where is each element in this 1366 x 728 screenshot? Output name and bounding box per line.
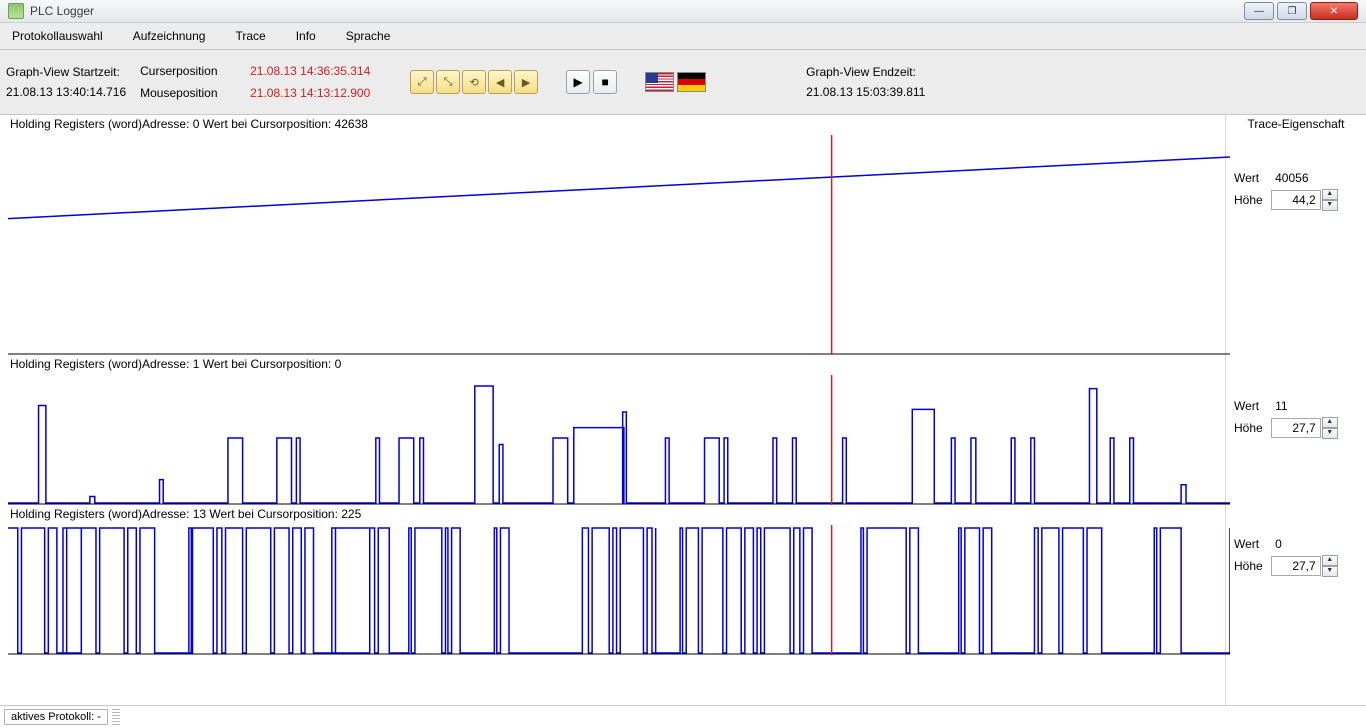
side-hoehe-input[interactable]	[1271, 556, 1321, 576]
nav-first-icon[interactable]: ⟲	[462, 70, 486, 94]
mouse-pos-value: 21.08.13 14:13:12.900	[250, 86, 390, 100]
menu-protokollauswahl[interactable]: Protokollauswahl	[6, 26, 109, 46]
side-wert-label: Wert	[1234, 537, 1259, 551]
graph-start-label: Graph-View Startzeit:	[6, 65, 126, 79]
cursor-pos-value: 21.08.13 14:36:35.314	[250, 64, 390, 78]
zoom-out-icon[interactable]: ⤡	[436, 70, 460, 94]
spinner-up-icon[interactable]: ▲	[1322, 189, 1338, 200]
side-panel: Trace-Eigenschaft Wert40056Höhe▲▼Wert11H…	[1225, 115, 1366, 705]
trace-header: Holding Registers (word)Adresse: 0 Wert …	[8, 115, 1221, 135]
flag-de-icon[interactable]	[677, 72, 706, 92]
toolbar: Graph-View Startzeit: 21.08.13 13:40:14.…	[0, 50, 1366, 115]
close-button[interactable]: ✕	[1310, 2, 1358, 20]
trace-header: Holding Registers (word)Adresse: 1 Wert …	[8, 355, 1221, 375]
window-title: PLC Logger	[30, 4, 1244, 18]
minimize-button[interactable]: —	[1244, 2, 1274, 20]
spinner-up-icon[interactable]: ▲	[1322, 555, 1338, 566]
status-active-protocol: aktives Protokoll: -	[4, 709, 108, 725]
maximize-button[interactable]: ❐	[1277, 2, 1307, 20]
status-grip-icon	[112, 709, 120, 725]
app-icon	[8, 3, 24, 19]
menu-aufzeichnung[interactable]: Aufzeichnung	[127, 26, 212, 46]
menu-bar: Protokollauswahl Aufzeichnung Trace Info Spr…	[0, 23, 1366, 50]
cursor-pos-label: Curserposition	[140, 64, 230, 78]
spinner-down-icon[interactable]: ▼	[1322, 428, 1338, 439]
side-hoehe-input[interactable]	[1271, 418, 1321, 438]
mouse-pos-label: Mouseposition	[140, 86, 230, 100]
spinner-up-icon[interactable]: ▲	[1322, 417, 1338, 428]
flag-us-icon[interactable]	[645, 72, 674, 92]
title-bar: PLC Logger — ❐ ✕	[0, 0, 1366, 23]
side-hoehe-input[interactable]	[1271, 190, 1321, 210]
side-wert-value: 40056	[1275, 171, 1308, 185]
side-hoehe-label: Höhe	[1234, 421, 1263, 435]
graph-start-value: 21.08.13 13:40:14.716	[6, 85, 126, 99]
play-icon[interactable]: ▶	[566, 70, 590, 94]
nav-next-icon[interactable]: ▶	[514, 70, 538, 94]
menu-trace[interactable]: Trace	[229, 26, 271, 46]
graph-end-label: Graph-View Endzeit:	[806, 65, 925, 79]
spinner-down-icon[interactable]: ▼	[1322, 200, 1338, 211]
status-bar: aktives Protokoll: -	[0, 705, 1366, 728]
side-hoehe-label: Höhe	[1234, 193, 1263, 207]
side-hoehe-label: Höhe	[1234, 559, 1263, 573]
side-panel-title: Trace-Eigenschaft	[1234, 117, 1358, 131]
zoom-in-icon[interactable]: ⤢	[410, 70, 434, 94]
stop-icon[interactable]: ■	[593, 70, 617, 94]
side-wert-label: Wert	[1234, 399, 1259, 413]
spinner-down-icon[interactable]: ▼	[1322, 566, 1338, 577]
side-wert-value: 0	[1275, 537, 1282, 551]
graph-pane[interactable]: Holding Registers (word)Adresse: 0 Wert …	[0, 115, 1225, 705]
side-wert-value: 11	[1275, 399, 1287, 413]
menu-info[interactable]: Info	[290, 26, 322, 46]
graph-end-value: 21.08.13 15:03:39.811	[806, 85, 925, 99]
trace-header: Holding Registers (word)Adresse: 13 Wert…	[8, 505, 1221, 525]
nav-prev-icon[interactable]: ◀	[488, 70, 512, 94]
menu-sprache[interactable]: Sprache	[340, 26, 397, 46]
side-wert-label: Wert	[1234, 171, 1259, 185]
